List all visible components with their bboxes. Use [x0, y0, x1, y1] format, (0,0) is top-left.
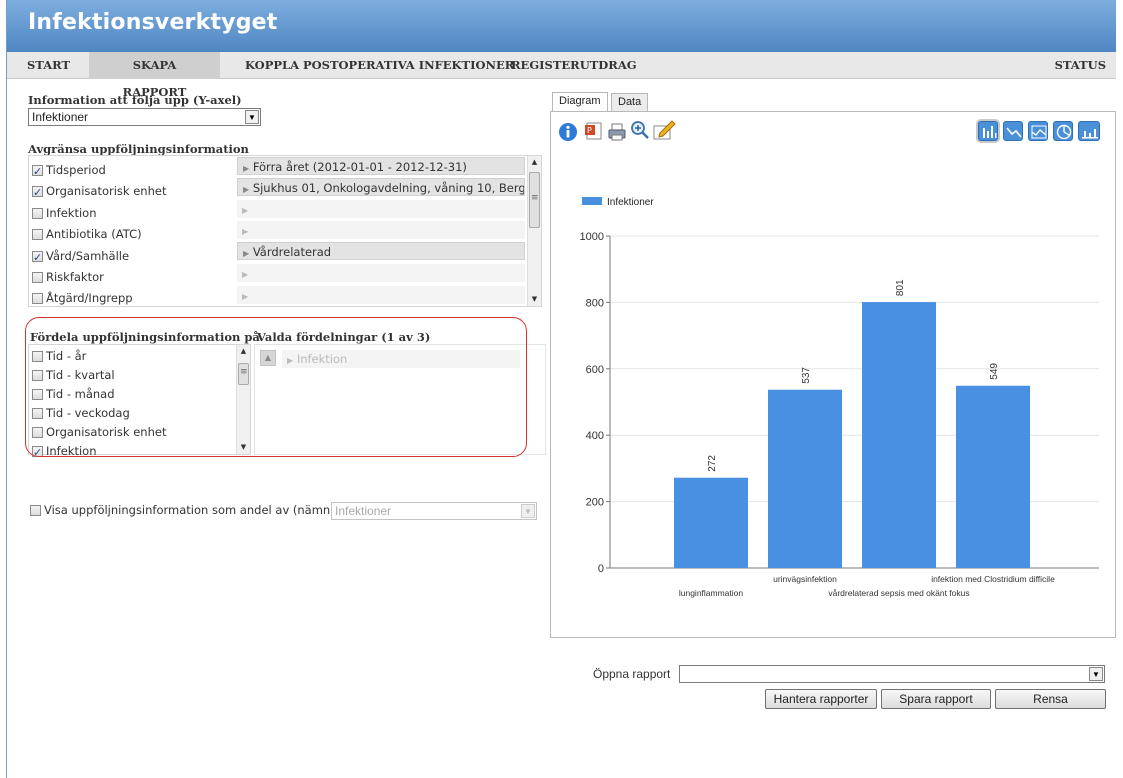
legend-swatch	[582, 197, 602, 205]
bar	[862, 302, 936, 568]
area-chart-icon[interactable]	[1028, 121, 1048, 141]
yaxis-select[interactable]: Infektioner ▼	[28, 108, 261, 126]
info-icon[interactable]	[558, 122, 578, 142]
x-tick-label: lunginflammation	[679, 588, 744, 598]
nav-status[interactable]: STATUS	[1045, 52, 1116, 79]
chevron-down-icon: ▼	[521, 504, 535, 518]
column-chart-icon[interactable]	[1078, 121, 1100, 141]
bar	[956, 385, 1030, 568]
expand-arrow-icon: ▶	[242, 270, 249, 279]
y-tick-label: 800	[586, 297, 604, 309]
limit-row-atgard[interactable]: Åtgärd/Ingrepp	[32, 288, 133, 308]
limit-value-tidsperiod[interactable]: ▶ Förra året (2012-01-01 - 2012-12-31)	[237, 157, 525, 175]
nav-skapa-rapport[interactable]: SKAPA RAPPORT	[89, 52, 220, 99]
data-label: 801	[895, 279, 906, 296]
x-tick-label: infektion med Clostridium difficile	[931, 574, 1055, 584]
save-report-button[interactable]: Spara rapport	[881, 689, 991, 709]
limit-value-antibiotika[interactable]: ▶	[237, 221, 525, 239]
app-title: Infektionsverktyget	[28, 10, 278, 35]
checkbox[interactable]	[32, 183, 43, 203]
bar	[768, 389, 842, 568]
open-report-select[interactable]: ▼	[679, 665, 1105, 683]
expand-arrow-icon: ▶	[242, 206, 249, 215]
pie-chart-icon[interactable]	[1053, 121, 1073, 141]
checkbox[interactable]	[32, 228, 43, 240]
expand-arrow-icon: ▶	[242, 227, 249, 236]
checkbox[interactable]	[32, 207, 43, 219]
data-label: 549	[989, 363, 1000, 380]
open-report-label: Öppna rapport	[593, 667, 671, 681]
expand-arrow-icon: ▶	[243, 185, 250, 194]
tab-data[interactable]: Data	[611, 93, 649, 112]
edit-icon[interactable]	[652, 119, 676, 141]
share-row[interactable]: Visa uppföljningsinformation som andel a…	[30, 500, 353, 520]
share-select[interactable]: Infektioner ▼	[331, 502, 537, 520]
highlight-annotation	[25, 317, 527, 457]
line-chart-icon[interactable]	[1003, 121, 1023, 141]
scroll-up-icon[interactable]: ▲	[528, 156, 541, 169]
y-tick-label: 400	[586, 430, 604, 442]
nav-start[interactable]: START	[17, 52, 80, 79]
checkbox[interactable]	[32, 271, 43, 283]
y-tick-label: 1000	[580, 231, 604, 243]
x-tick-label: urinvägsinfektion	[773, 574, 837, 584]
limit-row-vard[interactable]: Vård/Samhälle	[32, 246, 129, 268]
limit-value-infektion[interactable]: ▶	[237, 200, 525, 218]
bar	[674, 477, 748, 568]
print-icon[interactable]	[607, 122, 627, 142]
window-border	[6, 0, 7, 778]
share-select-value: Infektioner	[335, 504, 392, 518]
zoom-icon[interactable]	[630, 120, 650, 140]
checkbox[interactable]	[30, 504, 41, 516]
limit-row-organisatorisk[interactable]: Organisatorisk enhet	[32, 181, 166, 203]
checkbox[interactable]	[32, 292, 43, 304]
svg-text:P: P	[587, 126, 592, 135]
yaxis-label: Information att följa upp (Y-axel)	[28, 93, 242, 107]
bar-chart-icon[interactable]	[978, 121, 998, 141]
limit-value-organisatorisk[interactable]: ▶ Sjukhus 01, Onkologavdelning, våning 1…	[237, 178, 525, 196]
limit-value-atgard[interactable]: ▶	[237, 286, 525, 304]
main-nav: START SKAPA RAPPORT KOPPLA POSTOPERATIVA…	[7, 52, 1116, 99]
chart-legend: Infektioner	[582, 197, 654, 208]
x-tick-label: vårdrelaterad sepsis med okänt fokus	[828, 588, 969, 598]
limit-value-vard[interactable]: ▶ Vårdrelaterad	[237, 242, 525, 260]
limit-row-antibiotika[interactable]: Antibiotika (ATC)	[32, 224, 142, 244]
scroll-thumb[interactable]	[529, 172, 540, 228]
expand-arrow-icon: ▶	[243, 164, 250, 173]
manage-reports-button[interactable]: Hantera rapporter	[765, 689, 877, 709]
limit-row-tidsperiod[interactable]: Tidsperiod	[32, 160, 106, 182]
checkbox[interactable]	[32, 248, 43, 268]
expand-arrow-icon: ▶	[242, 292, 249, 301]
powerpoint-icon[interactable]: P	[584, 121, 604, 141]
limit-listbox: Tidsperiod Organisatorisk enhet Infektio…	[28, 155, 542, 307]
data-label: 537	[801, 367, 812, 384]
chevron-down-icon: ▼	[245, 110, 259, 124]
chevron-down-icon: ▼	[1089, 667, 1103, 681]
limit-scrollbar[interactable]: ▲ ▼	[527, 156, 541, 306]
limit-value-riskfaktor[interactable]: ▶	[237, 264, 525, 282]
limit-row-infektion[interactable]: Infektion	[32, 203, 97, 223]
y-tick-label: 600	[586, 364, 604, 376]
expand-arrow-icon: ▶	[243, 249, 250, 258]
limit-label: Avgränsa uppföljningsinformation	[28, 142, 249, 156]
scroll-down-icon[interactable]: ▼	[528, 293, 541, 306]
app-header: Infektionsverktyget	[7, 0, 1116, 52]
clear-button[interactable]: Rensa	[995, 689, 1106, 709]
nav-koppla-postoperativa[interactable]: KOPPLA POSTOPERATIVA INFEKTIONER	[235, 52, 524, 79]
yaxis-select-value: Infektioner	[32, 110, 89, 124]
bar-chart: Infektioner 0 200 400 600 800 1000 272 lunginf…	[580, 197, 1099, 598]
nav-registerutdrag[interactable]: REGISTERUTDRAG	[501, 52, 647, 79]
legend-label: Infektioner	[607, 197, 654, 208]
limit-row-riskfaktor[interactable]: Riskfaktor	[32, 267, 104, 287]
y-tick-label: 200	[586, 497, 604, 509]
data-label: 272	[707, 455, 718, 472]
checkbox[interactable]	[32, 162, 43, 182]
tab-diagram[interactable]: Diagram	[552, 92, 608, 112]
y-tick-label: 0	[598, 563, 604, 575]
